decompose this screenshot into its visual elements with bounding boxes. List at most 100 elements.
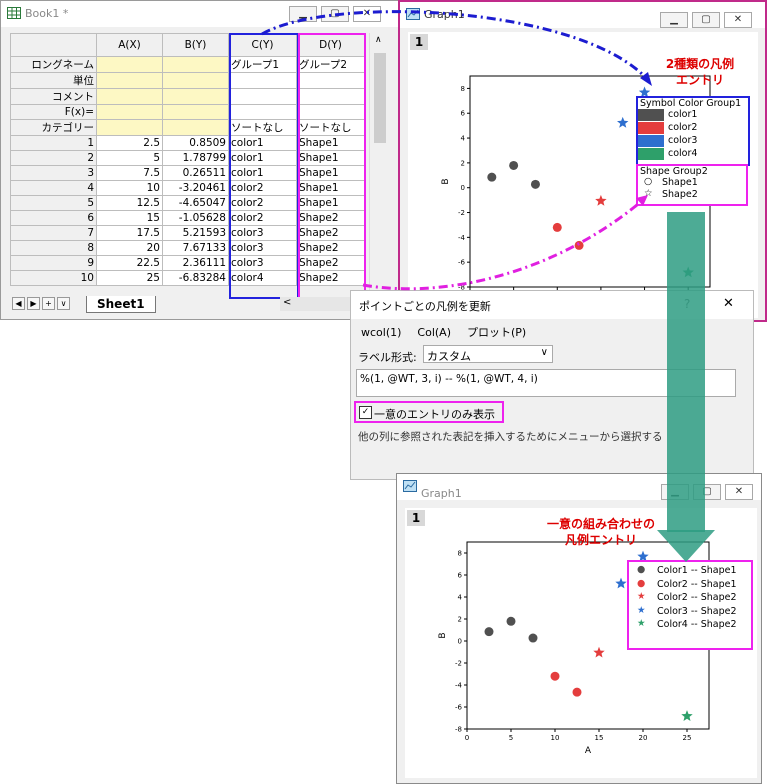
row-number[interactable]: 2	[10, 150, 97, 166]
close-button[interactable]: ✕	[353, 6, 381, 22]
legend-color-group[interactable]: Symbol Color Group1 color1 color2 color3 col…	[636, 96, 750, 166]
graph1-page[interactable]: 1 0510152025-8-6-4-202468AB 2種類の凡例 エントリ …	[408, 32, 758, 318]
row-number[interactable]: 1	[10, 135, 97, 151]
help-icon[interactable]: ?	[684, 297, 690, 311]
plot2-ytick-label: -2	[455, 660, 462, 668]
legend-color-label: color2	[668, 122, 698, 133]
graph1-maximize-button[interactable]: ▢	[692, 12, 720, 28]
data-cell[interactable]: 7.67133	[162, 240, 229, 256]
scroll-up-icon[interactable]: ∧	[375, 35, 382, 45]
data-cell[interactable]: 5.21593	[162, 225, 229, 241]
label-format-select[interactable]: カスタム ∨	[423, 345, 553, 363]
plot1-point	[617, 116, 629, 128]
data-cell[interactable]: -1.05628	[162, 210, 229, 226]
plot1-ylabel: B	[441, 178, 451, 184]
data-cell[interactable]: 10	[96, 180, 163, 196]
unique-entries-checkbox-row[interactable]: ✓ 一意のエントリのみ表示	[354, 401, 504, 423]
meta-cell[interactable]	[162, 104, 229, 120]
dialog-close-icon[interactable]: ✕	[723, 296, 734, 311]
scroll-thumb[interactable]	[374, 53, 386, 143]
plot2-ytick-label: 6	[458, 572, 463, 580]
meta-cell[interactable]	[96, 72, 163, 89]
plot2-point	[615, 577, 627, 589]
graph1-minimize-button[interactable]: ▁	[660, 12, 688, 28]
row-number[interactable]: 5	[10, 195, 97, 211]
row-number[interactable]: 6	[10, 210, 97, 226]
corner-cell[interactable]	[10, 33, 97, 57]
legend-combined[interactable]: ● Color1 -- Shape1 ● Color2 -- Shape1 ★ Color…	[627, 560, 753, 650]
meta-cell[interactable]	[96, 119, 163, 136]
scroll-left-icon[interactable]: <	[283, 297, 291, 308]
sheet-tab-sheet1[interactable]: Sheet1	[86, 296, 156, 313]
dialog-menu-item[interactable]: Col(A)	[417, 326, 451, 339]
data-cell[interactable]: -3.20461	[162, 180, 229, 196]
annotation-line-2: エントリ	[675, 73, 724, 87]
graph2-close-button[interactable]: ✕	[725, 484, 753, 500]
meta-row-label[interactable]: コメント	[10, 88, 97, 105]
data-cell[interactable]: 0.8509	[162, 135, 229, 151]
row-number[interactable]: 4	[10, 180, 97, 196]
data-cell[interactable]: 1.78799	[162, 150, 229, 166]
row-number[interactable]: 3	[10, 165, 97, 181]
book-titlebar[interactable]: Book1 * ▁ ▢ ✕	[1, 1, 398, 27]
row-number[interactable]: 7	[10, 225, 97, 241]
plot2-xlabel: A	[585, 746, 592, 756]
data-cell[interactable]: 12.5	[96, 195, 163, 211]
data-cell[interactable]: 15	[96, 210, 163, 226]
graph2-minimize-button[interactable]: ▁	[661, 484, 689, 500]
book-window: Book1 * ▁ ▢ ✕ A(X) B(Y) C(Y) D(Y) ロングネーム グループ…	[0, 0, 399, 320]
sheet-nav-button[interactable]: ∨	[57, 297, 70, 310]
book-title: Book1 *	[25, 7, 69, 20]
data-cell[interactable]: 20	[96, 240, 163, 256]
graph1-window: Graph1 ▁ ▢ ✕ 1 0510152025-8-6-4-202468AB…	[398, 0, 767, 322]
graph1-close-button[interactable]: ✕	[724, 12, 752, 28]
column-header[interactable]: A(X)	[96, 33, 163, 57]
meta-row-label[interactable]: ロングネーム	[10, 56, 97, 73]
meta-cell[interactable]	[162, 88, 229, 105]
legend-shape-group[interactable]: Shape Group2 ○ Shape1 ☆ Shape2	[636, 164, 748, 206]
vertical-scrollbar[interactable]: ∧	[369, 33, 390, 295]
plot1-point	[509, 160, 519, 170]
plot2-ytick-label: 8	[458, 550, 462, 558]
sheet-nav-button[interactable]: +	[42, 297, 55, 310]
data-cell[interactable]: 25	[96, 270, 163, 286]
data-cell[interactable]: -4.65047	[162, 195, 229, 211]
meta-cell[interactable]	[96, 88, 163, 105]
meta-row-label[interactable]: F(x)=	[10, 104, 97, 120]
meta-row-label[interactable]: 単位	[10, 72, 97, 89]
dialog-titlebar[interactable]: ポイントごとの凡例を更新 ? ✕	[351, 291, 753, 319]
meta-cell[interactable]	[162, 72, 229, 89]
data-cell[interactable]: 17.5	[96, 225, 163, 241]
data-cell[interactable]: -6.83284	[162, 270, 229, 286]
graph-window-icon	[406, 8, 420, 20]
expression-input[interactable]: %(1, @WT, 3, i) -- %(1, @WT, 4, i)	[356, 369, 736, 397]
row-number[interactable]: 9	[10, 255, 97, 271]
unique-entries-checkbox[interactable]: ✓	[359, 406, 372, 419]
meta-cell[interactable]	[96, 104, 163, 120]
sheet-nav-button[interactable]: ◀	[12, 297, 25, 310]
data-cell[interactable]: 5	[96, 150, 163, 166]
maximize-button[interactable]: ▢	[321, 6, 349, 22]
dialog-menu-item[interactable]: wcol(1)	[361, 326, 401, 339]
graph2-titlebar[interactable]: Graph1 ▁ ▢ ✕	[397, 474, 761, 500]
data-cell[interactable]: 0.26511	[162, 165, 229, 181]
row-number[interactable]: 10	[10, 270, 97, 286]
meta-cell[interactable]	[162, 56, 229, 73]
dialog-menu-item[interactable]: プロット(P)	[467, 326, 526, 339]
legend-combined-item: ★ Color3 -- Shape2	[629, 605, 751, 620]
minimize-button[interactable]: ▁	[289, 6, 317, 22]
graph2-page[interactable]: 1 0 5 10 15 20 25 -8 -6 -4 -2 0 2 4 6 8 A B 一意の組み合わせの 凡例…	[405, 508, 757, 778]
plot2-ytick-label: 0	[458, 638, 462, 646]
column-header[interactable]: B(Y)	[162, 33, 229, 57]
sheet-nav-button[interactable]: ▶	[27, 297, 40, 310]
data-cell[interactable]: 2.36111	[162, 255, 229, 271]
data-cell[interactable]: 22.5	[96, 255, 163, 271]
row-number[interactable]: 8	[10, 240, 97, 256]
data-cell[interactable]: 7.5	[96, 165, 163, 181]
meta-cell[interactable]	[96, 56, 163, 73]
meta-row-label[interactable]: カテゴリー	[10, 119, 97, 136]
data-cell[interactable]: 2.5	[96, 135, 163, 151]
graph1-titlebar[interactable]: Graph1 ▁ ▢ ✕	[400, 2, 765, 28]
meta-cell[interactable]	[162, 119, 229, 136]
graph2-maximize-button[interactable]: ▢	[693, 484, 721, 500]
